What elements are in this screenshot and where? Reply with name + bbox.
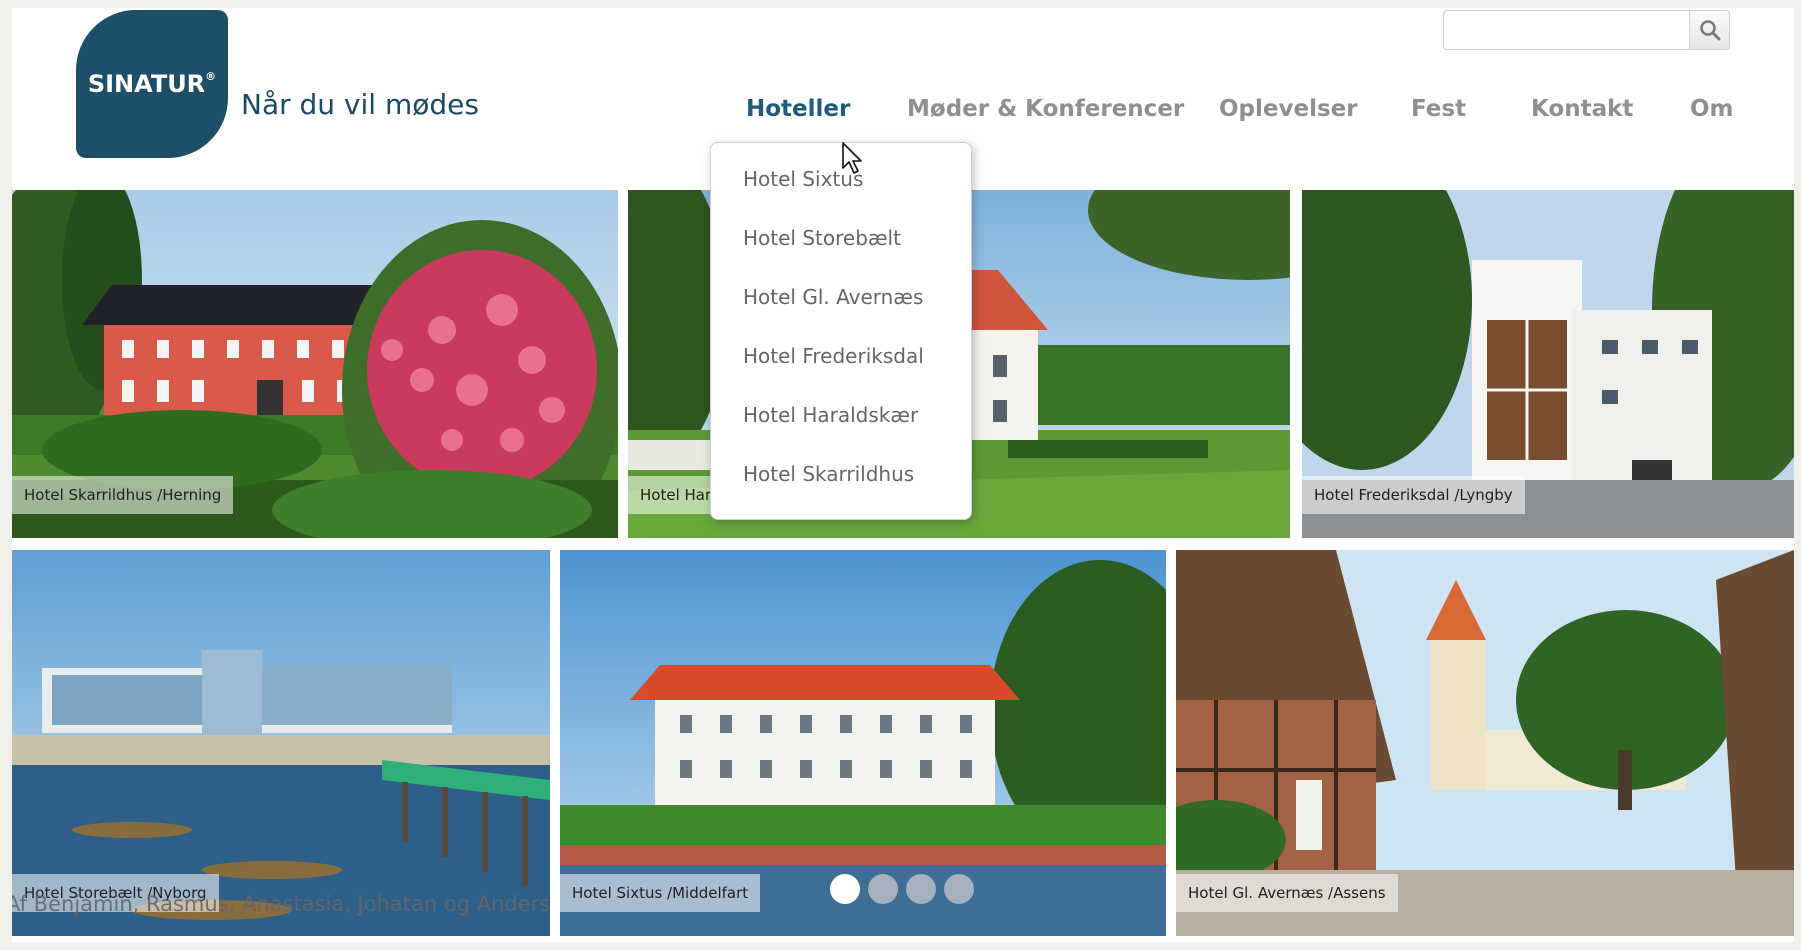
slider-dot-1[interactable] [830,874,860,904]
search-input[interactable] [1444,11,1689,49]
tile-caption: Hotel Gl. Avernæs /Assens [1176,874,1398,912]
dropdown-item-hotel-skarrildhus[interactable]: Hotel Skarrildhus [743,462,914,486]
hotel-tile-gl-avernaes[interactable]: Hotel Gl. Avernæs /Assens [1176,550,1794,936]
nav-item-kontakt[interactable]: Kontakt [1531,96,1633,122]
search-box [1443,10,1730,50]
slider-dot-2[interactable] [868,874,898,904]
tile-caption: Hotel Sixtus /Middelfart [560,874,761,912]
hotel-tile-frederiksdal[interactable]: Hotel Frederiksdal /Lyngby [1302,190,1794,538]
hoteller-dropdown: Hotel Sixtus Hotel Storebælt Hotel Gl. A… [710,142,972,520]
search-icon [1699,20,1720,41]
dropdown-item-hotel-haraldskaer[interactable]: Hotel Haraldskær [743,403,918,427]
hotel-tile-skarrildhus[interactable]: Hotel Skarrildhus /Herning [12,190,618,538]
tile-caption: Hotel Skarrildhus /Herning [12,476,234,514]
tile-caption: Hotel Frederiksdal /Lyngby [1302,476,1525,514]
nav-item-hoteller[interactable]: Hoteller [746,96,850,122]
dropdown-item-hotel-gl-avernaes[interactable]: Hotel Gl. Avernæs [743,285,923,309]
nav-item-fest[interactable]: Fest [1411,96,1466,122]
logo-text: SINATUR® [87,70,217,98]
search-button[interactable] [1689,11,1729,49]
page: SINATUR® Når du vil mødes Hoteller Møder… [12,8,1794,942]
slider-dot-3[interactable] [906,874,936,904]
slider-dot-4[interactable] [944,874,974,904]
dropdown-item-hotel-storebaelt[interactable]: Hotel Storebælt [743,226,901,250]
hotel-tile-storebaelt[interactable]: Hotel Storebælt /Nyborg [12,550,550,936]
main-nav: Hoteller Møder & Konferencer Oplevelser … [12,96,1794,136]
slider-dots [830,874,974,904]
nav-item-moder-konferencer[interactable]: Møder & Konferencer [907,96,1184,122]
nav-item-om[interactable]: Om [1690,96,1734,122]
mouse-pointer-icon [842,142,862,174]
nav-item-oplevelser[interactable]: Oplevelser [1219,96,1358,122]
credit-text: Af Benjamin, Rasmus, Anastasia, Johatan … [12,892,551,916]
dropdown-item-hotel-frederiksdal[interactable]: Hotel Frederiksdal [743,344,924,368]
